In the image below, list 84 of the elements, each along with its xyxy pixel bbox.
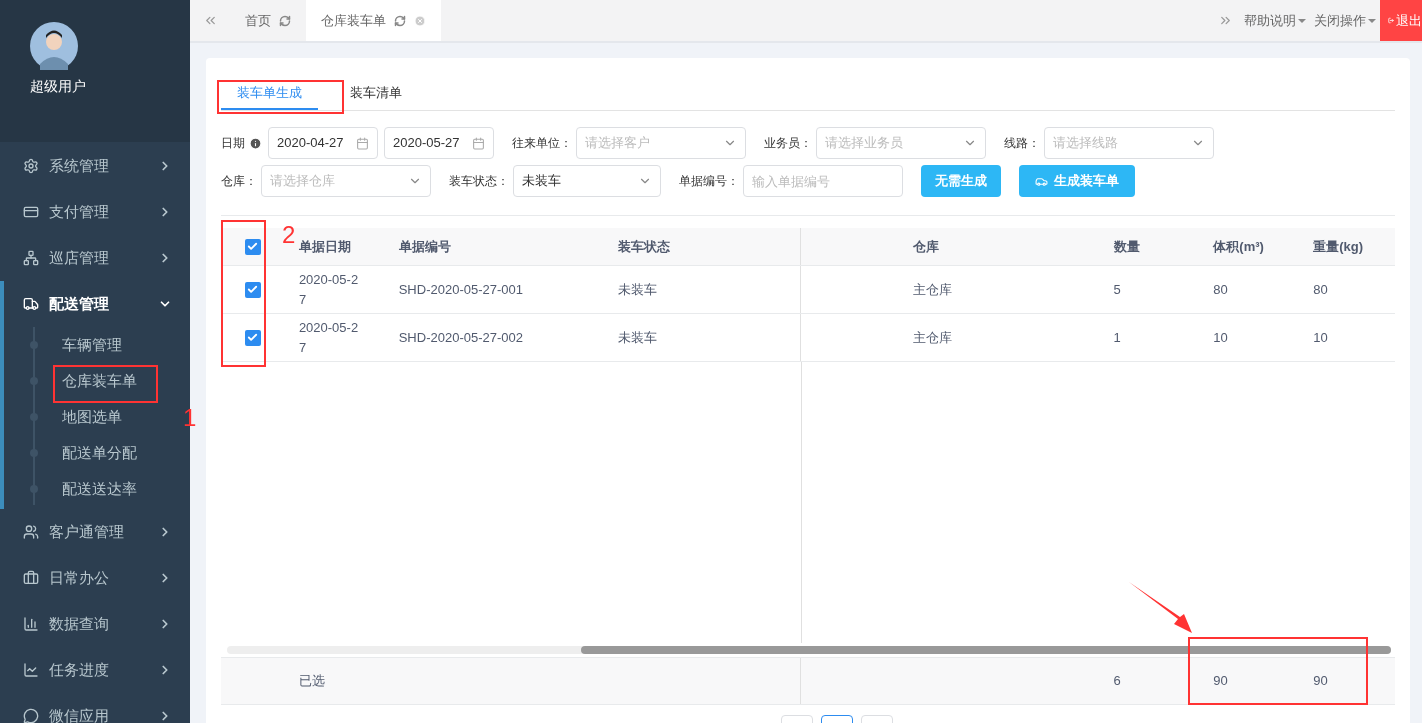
summary-cell-text: 6 bbox=[1113, 672, 1121, 691]
date-field[interactable]: 2020-04-27 bbox=[268, 127, 378, 159]
info-icon bbox=[249, 136, 262, 150]
submenu-item[interactable]: 地图选单 bbox=[62, 405, 122, 429]
table-cell-text: 80 bbox=[1313, 280, 1328, 299]
annotation-number: 1 bbox=[183, 404, 197, 432]
refresh-icon[interactable] bbox=[279, 14, 291, 27]
filter-label: 仓库： bbox=[221, 173, 257, 190]
line-chart-icon bbox=[23, 662, 39, 678]
sidebar-item[interactable]: 数据查询 bbox=[4, 601, 190, 647]
horizontal-scrollbar[interactable] bbox=[227, 646, 1391, 654]
checkbox[interactable] bbox=[244, 329, 261, 346]
sidebar-item[interactable]: 任务进度 bbox=[4, 647, 190, 693]
calendar-icon bbox=[472, 136, 485, 150]
check-icon bbox=[247, 332, 259, 343]
submenu-item[interactable]: 车辆管理 bbox=[62, 333, 122, 357]
summary-cell-text: 90 bbox=[1213, 672, 1228, 691]
table-cell-text: 2020-05-2 7 bbox=[298, 318, 359, 357]
check-icon bbox=[247, 284, 259, 295]
filter-label: 业务员： bbox=[764, 135, 812, 152]
briefcase-icon bbox=[23, 570, 39, 586]
bar-chart-icon bbox=[23, 616, 39, 632]
sidebar-item[interactable]: 配送管理 bbox=[4, 281, 190, 327]
submenu-item[interactable]: 仓库装车单 bbox=[62, 369, 137, 393]
summary-cell-text: 已选 bbox=[298, 672, 325, 691]
input-field[interactable]: 输入单据编号 bbox=[743, 165, 903, 197]
table-cell-text: 10 bbox=[1213, 328, 1228, 347]
select-field[interactable]: 未装车 bbox=[513, 165, 661, 197]
sidebar-item[interactable]: 日常办公 bbox=[4, 555, 190, 601]
card-icon bbox=[23, 204, 39, 220]
hierarchy-icon bbox=[23, 250, 39, 266]
sidebar-item[interactable]: 系统管理 bbox=[4, 143, 190, 189]
sidebar-item[interactable]: 巡店管理 bbox=[4, 235, 190, 281]
date-field[interactable]: 2020-05-27 bbox=[384, 127, 494, 159]
checkbox[interactable] bbox=[244, 238, 261, 255]
check-icon bbox=[247, 241, 259, 252]
column-header: 装车状态 bbox=[618, 237, 671, 256]
column-header: 体积(m³) bbox=[1213, 237, 1264, 256]
logout-icon bbox=[1388, 15, 1394, 26]
page-tab[interactable]: 首页 bbox=[230, 0, 306, 41]
column-header: 仓库 bbox=[912, 237, 939, 256]
table-cell-text: 2020-05-2 7 bbox=[298, 270, 359, 309]
table-cell-text: 1 bbox=[1113, 328, 1121, 347]
column-header: 单据日期 bbox=[298, 237, 351, 256]
column-header: 数量 bbox=[1113, 237, 1140, 256]
submenu-item[interactable]: 配送送达率 bbox=[62, 477, 137, 501]
close-icon[interactable] bbox=[414, 14, 426, 27]
help-menu[interactable]: 帮助说明 bbox=[1240, 0, 1310, 41]
table-cell-text: 5 bbox=[1113, 280, 1121, 299]
filter-label: 往来单位： bbox=[512, 135, 572, 152]
sidebar-item[interactable]: 客户通管理 bbox=[4, 509, 190, 555]
users-icon bbox=[23, 524, 39, 540]
calendar-icon bbox=[356, 136, 369, 150]
filter-label: 装车状态： bbox=[449, 173, 509, 190]
column-header: 重量(kg) bbox=[1313, 237, 1364, 256]
table-cell-text: 未装车 bbox=[618, 328, 658, 347]
close-menu[interactable]: 关闭操作 bbox=[1310, 0, 1380, 41]
table-cell-text: 主仓库 bbox=[912, 280, 952, 299]
submenu-item[interactable]: 配送单分配 bbox=[62, 441, 137, 465]
content-tab[interactable]: 装车清单 bbox=[334, 78, 418, 110]
table-cell-text: 主仓库 bbox=[912, 328, 952, 347]
filter-label: 日期 bbox=[221, 135, 245, 152]
page-tab[interactable]: 仓库装车单 bbox=[306, 0, 441, 41]
annotation-number: 2 bbox=[282, 222, 296, 248]
sidebar-item[interactable]: 支付管理 bbox=[4, 189, 190, 235]
sidebar-item[interactable]: 微信应用 bbox=[4, 693, 190, 723]
content-tab[interactable]: 装车单生成 bbox=[221, 78, 318, 110]
table-cell-text: SHD-2020-05-27-001 bbox=[398, 280, 523, 299]
checkbox[interactable] bbox=[244, 281, 261, 298]
table-cell-text: 未装车 bbox=[618, 280, 658, 299]
refresh-icon[interactable] bbox=[394, 14, 406, 27]
logout-button[interactable]: 退出 bbox=[1380, 0, 1422, 41]
summary-cell-text: 90 bbox=[1313, 672, 1328, 691]
table-cell-text: SHD-2020-05-27-002 bbox=[398, 328, 523, 347]
table-cell-text: 80 bbox=[1213, 280, 1228, 299]
gear-icon bbox=[23, 158, 39, 174]
truck-icon bbox=[23, 296, 39, 312]
user-name: 超级用户 bbox=[30, 77, 86, 96]
column-header: 单据编号 bbox=[398, 237, 451, 256]
chat-icon bbox=[23, 708, 39, 723]
avatar bbox=[30, 22, 78, 70]
table-cell-text: 10 bbox=[1313, 328, 1328, 347]
filter-label: 单据编号： bbox=[679, 173, 739, 190]
filter-label: 线路： bbox=[1004, 135, 1040, 152]
